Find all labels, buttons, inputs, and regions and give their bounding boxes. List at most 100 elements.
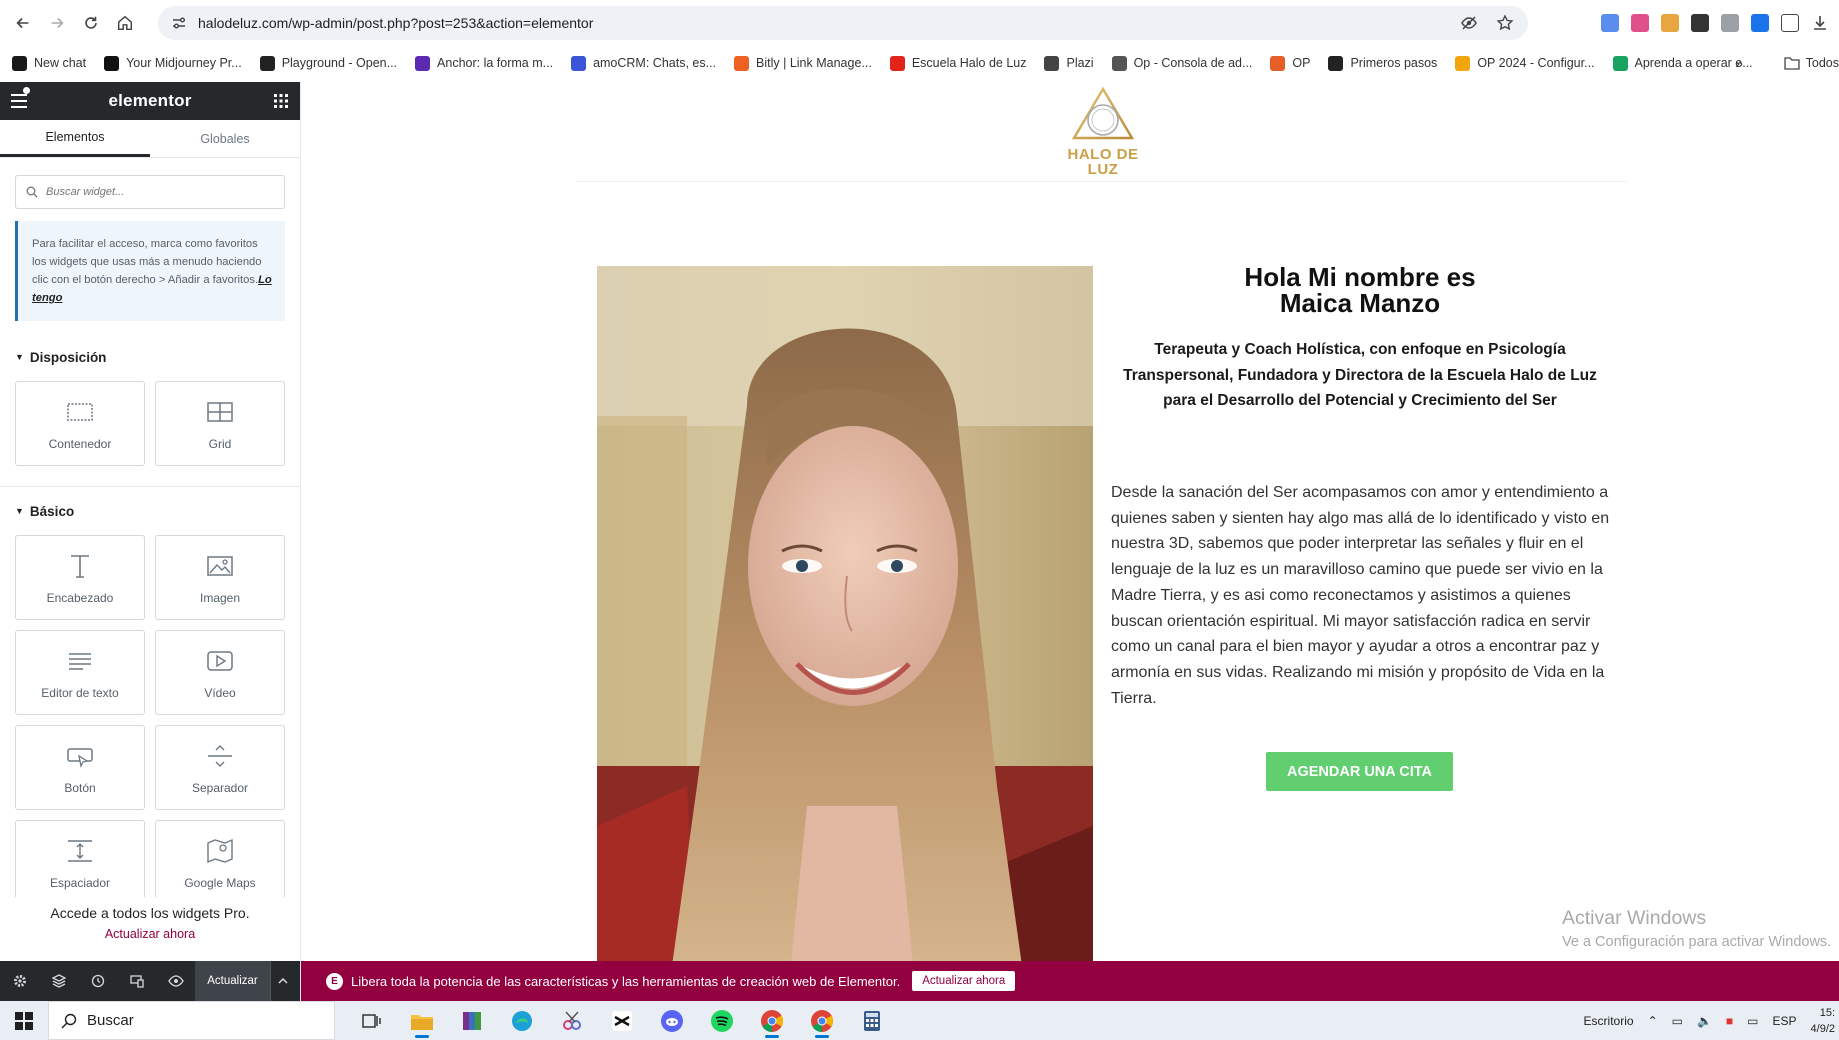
back-button[interactable]	[6, 6, 40, 40]
promo-upgrade-button[interactable]: Actualizar ahora	[912, 971, 1016, 991]
widget-container[interactable]: Contenedor	[15, 381, 145, 466]
downloads-icon[interactable]	[1811, 14, 1829, 32]
extension-ruler-icon[interactable]	[1661, 14, 1679, 32]
bookmark-item[interactable]: Aprenda a operar e...	[1612, 55, 1753, 71]
widget-button[interactable]: Botón	[15, 725, 145, 810]
extension-pink-icon[interactable]	[1631, 14, 1649, 32]
start-button[interactable]	[0, 1001, 48, 1040]
hero-title-line2: Maica Manzo	[1279, 288, 1441, 318]
extension-translate-icon[interactable]	[1601, 14, 1619, 32]
address-bar[interactable]: halodeluz.com/wp-admin/post.php?post=253…	[158, 6, 1528, 40]
section-layout: ▼ Disposición Contenedor Grid	[15, 347, 285, 466]
bookmark-label: Anchor: la forma m...	[437, 56, 554, 70]
pro-upsell: Accede a todos los widgets Pro. Actualiz…	[0, 897, 300, 951]
widget-map[interactable]: Google Maps	[155, 820, 285, 905]
widget-label: Imagen	[199, 590, 241, 605]
url-text[interactable]: halodeluz.com/wp-admin/post.php?post=253…	[198, 15, 593, 31]
language-indicator[interactable]: ESP	[1773, 1014, 1797, 1028]
bookmark-star-icon[interactable]	[1496, 14, 1514, 32]
tab-elementos[interactable]: Elementos	[0, 120, 150, 157]
widget-search-input[interactable]	[46, 186, 246, 198]
widget-image[interactable]: Imagen	[155, 535, 285, 620]
bookmark-item[interactable]: Bitly | Link Manage...	[734, 55, 872, 71]
divider-icon	[208, 744, 232, 767]
elementor-panel: elementor Elementos Globales Para facili…	[0, 82, 301, 1001]
system-tray: Escritorio ⌃ ▭ 🔈 ■ ▭ ESP 15: 4/9/2	[1584, 1001, 1839, 1040]
reload-button[interactable]	[74, 6, 108, 40]
chevron-up-icon[interactable]: ⌃	[1648, 1014, 1658, 1028]
eye-off-icon[interactable]	[1460, 14, 1478, 32]
extension-camera-icon[interactable]	[1721, 14, 1739, 32]
update-button[interactable]: Actualizar	[195, 961, 270, 1001]
task-view-icon[interactable]	[347, 1001, 397, 1040]
bookmark-item[interactable]: Anchor: la forma m...	[415, 55, 554, 71]
clock[interactable]: 15: 4/9/2	[1811, 1005, 1835, 1037]
extension-pen-icon[interactable]	[1691, 14, 1709, 32]
all-bookmarks-folder[interactable]: Todos	[1783, 46, 1839, 80]
site-logo[interactable]: HALO DE LUZ	[1061, 86, 1145, 178]
widget-spacer[interactable]: Espaciador	[15, 820, 145, 905]
widget-search[interactable]	[15, 175, 285, 209]
upgrade-promo-bar: E Libera toda la potencia de las caracte…	[301, 961, 1839, 1001]
extension-download-icon[interactable]	[1751, 14, 1769, 32]
snipping-tool-icon[interactable]	[547, 1001, 597, 1040]
navigator-layers-icon[interactable]	[39, 961, 78, 1001]
bookmark-item[interactable]: Plazi	[1044, 55, 1094, 71]
edge-icon[interactable]	[497, 1001, 547, 1040]
settings-gear-icon[interactable]	[0, 961, 39, 1001]
responsive-mode-icon[interactable]	[117, 961, 156, 1001]
bookmark-favicon-icon	[12, 55, 27, 71]
widget-divider[interactable]: Separador	[155, 725, 285, 810]
bookmark-item[interactable]: Playground - Open...	[259, 55, 397, 71]
bookmark-item[interactable]: Op - Consola de ad...	[1111, 55, 1252, 71]
bookmark-favicon-icon	[571, 55, 587, 71]
pro-upsell-link[interactable]: Actualizar ahora	[0, 927, 300, 941]
section-basic-toggle[interactable]: ▼ Básico	[15, 501, 285, 521]
taskbar-search[interactable]: Buscar	[48, 1001, 335, 1040]
bookmark-item[interactable]: OP	[1270, 55, 1310, 71]
desktop-toolbar-label[interactable]: Escritorio	[1584, 1014, 1634, 1028]
promo-text: Libera toda la potencia de las caracterí…	[351, 973, 901, 989]
history-icon[interactable]	[78, 961, 117, 1001]
network-icon[interactable]: ▭	[1672, 1014, 1683, 1028]
bookmark-item[interactable]: New chat	[12, 55, 86, 71]
save-options-button[interactable]	[270, 961, 295, 1001]
bookmark-item[interactable]: Your Midjourney Pr...	[104, 55, 242, 71]
bookmarks-overflow-button[interactable]: »	[1735, 46, 1743, 80]
page-preview-canvas[interactable]: HALO DE LUZ Hola Mi nombre es Maica Manz…	[301, 82, 1839, 1001]
bookmark-label: Bitly | Link Manage...	[756, 56, 872, 70]
volume-icon[interactable]: 🔈	[1697, 1014, 1712, 1028]
widget-video[interactable]: Vídeo	[155, 630, 285, 715]
bookmark-favicon-icon	[104, 55, 120, 71]
forward-button[interactable]	[40, 6, 74, 40]
site-info-icon[interactable]	[162, 6, 196, 40]
capcut-icon[interactable]	[597, 1001, 647, 1040]
file-explorer-icon[interactable]	[397, 1001, 447, 1040]
preview-eye-icon[interactable]	[156, 961, 195, 1001]
section-layout-toggle[interactable]: ▼ Disposición	[15, 347, 285, 367]
antivirus-icon[interactable]: ■	[1726, 1014, 1733, 1028]
logo-text-line1: HALO DE	[1067, 146, 1139, 163]
profile-photo[interactable]	[597, 266, 1093, 1001]
book-appointment-button[interactable]: AGENDAR UNA CITA	[1266, 752, 1453, 791]
taskbar-search-label: Buscar	[87, 1012, 134, 1029]
spotify-icon[interactable]	[697, 1001, 747, 1040]
chrome-icon[interactable]	[747, 1001, 797, 1040]
tab-globales[interactable]: Globales	[150, 120, 300, 157]
winrar-icon[interactable]	[447, 1001, 497, 1040]
widget-text-editor[interactable]: Editor de texto	[15, 630, 145, 715]
chrome-profile-icon[interactable]	[797, 1001, 847, 1040]
discord-icon[interactable]	[647, 1001, 697, 1040]
calculator-icon[interactable]	[847, 1001, 897, 1040]
bookmark-item[interactable]: amoCRM: Chats, es...	[571, 55, 716, 71]
bookmark-item[interactable]: OP 2024 - Configur...	[1455, 55, 1595, 71]
widget-heading[interactable]: Encabezado	[15, 535, 145, 620]
widget-grid[interactable]: Grid	[155, 381, 285, 466]
display-icon[interactable]: ▭	[1747, 1014, 1758, 1028]
home-button[interactable]	[108, 6, 142, 40]
bookmark-item[interactable]: Escuela Halo de Luz	[889, 55, 1026, 71]
extensions-puzzle-icon[interactable]	[1781, 14, 1799, 32]
bookmark-item[interactable]: Primeros pasos	[1328, 55, 1437, 71]
apps-grid-icon[interactable]	[274, 94, 288, 108]
panel-brand: elementor	[108, 91, 192, 110]
